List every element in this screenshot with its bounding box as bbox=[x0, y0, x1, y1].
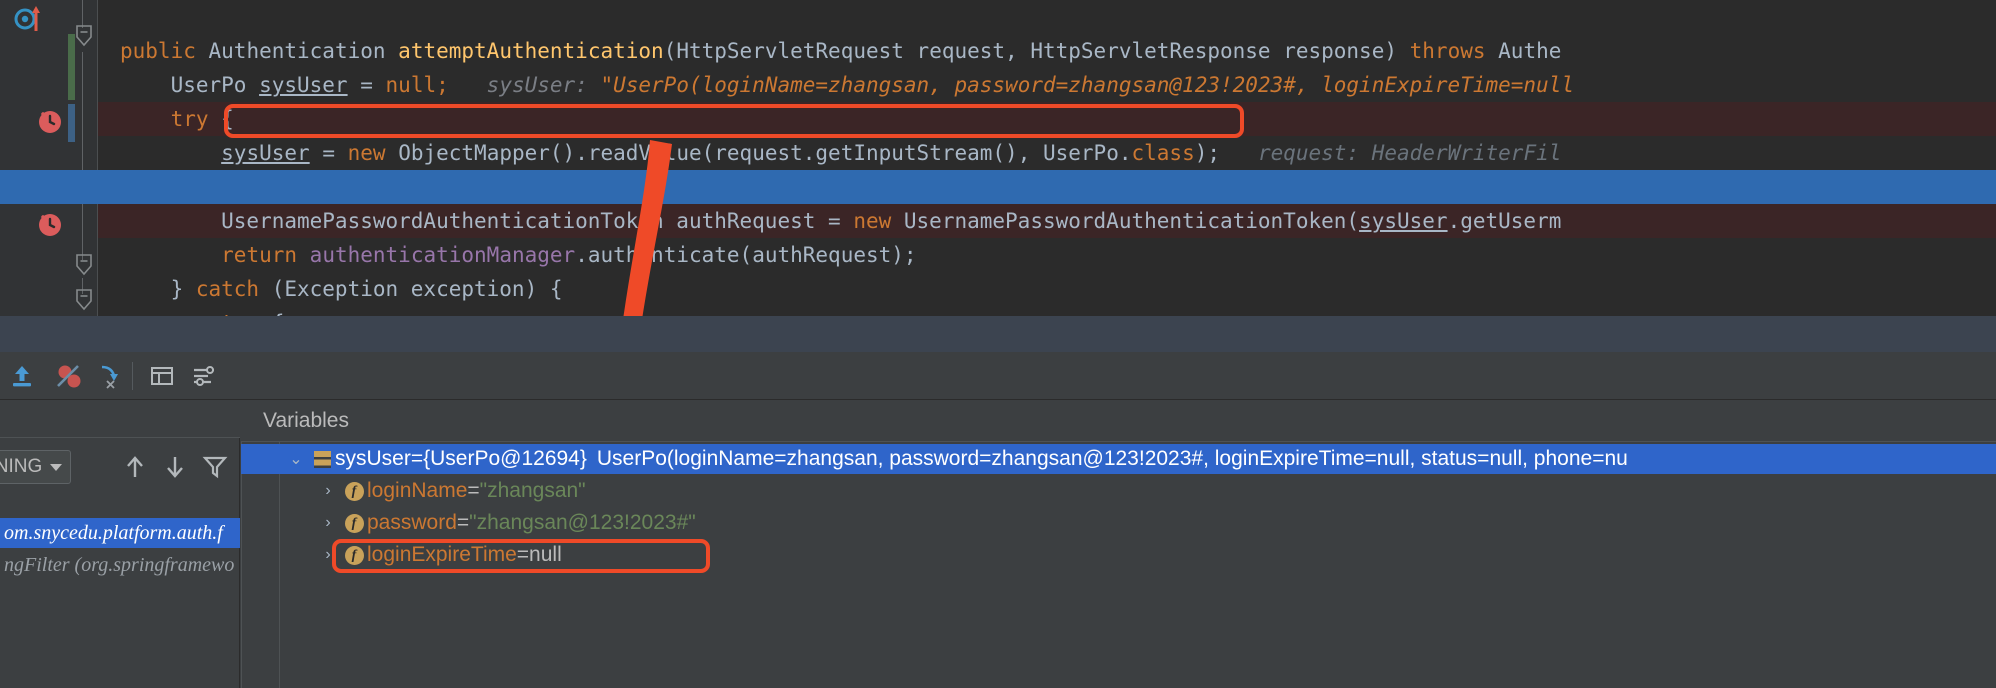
arrow-up-icon bbox=[127, 456, 143, 477]
code-line-return-authenticate[interactable]: return authenticationManager.authenticat… bbox=[0, 204, 1996, 267]
layout-settings-button[interactable] bbox=[188, 360, 220, 392]
variable-name: loginExpireTime bbox=[367, 543, 517, 566]
toolbar-separator-1 bbox=[132, 362, 133, 390]
frames-pane[interactable]: NNING om.snycedu.platform bbox=[0, 400, 240, 688]
variable-row-password[interactable]: › f password = "zhangsan@123!2023#" bbox=[241, 508, 1996, 538]
frame-item[interactable]: ngFilter (org.springframewo bbox=[0, 550, 240, 580]
variable-equals: = bbox=[456, 511, 470, 534]
field-icon: f bbox=[341, 481, 367, 501]
variable-equals: = bbox=[516, 543, 530, 566]
variable-extra: UserPo(loginName=zhangsan, password=zhan… bbox=[596, 447, 1628, 470]
code-line-readvalue-text: sysUser = new ObjectMapper().readValue(r… bbox=[221, 141, 1562, 165]
code-line-try-1[interactable]: try { bbox=[0, 68, 1996, 131]
variable-equals: = bbox=[467, 479, 480, 502]
mute-breakpoints-button[interactable] bbox=[52, 360, 84, 392]
chevron-right-icon[interactable]: › bbox=[315, 482, 341, 500]
chevron-down-icon bbox=[50, 463, 63, 471]
variable-name: loginName bbox=[367, 479, 468, 502]
ide-debug-screenshot: public Authentication attemptAuthenticat… bbox=[0, 0, 1996, 688]
step-arrow-icon bbox=[101, 365, 118, 389]
chevron-right-icon[interactable]: › bbox=[315, 514, 341, 532]
thread-selector-label: NNING bbox=[0, 456, 43, 477]
chevron-right-icon[interactable]: › bbox=[315, 546, 341, 564]
frame-up-button[interactable] bbox=[120, 452, 150, 482]
filter-icon bbox=[202, 456, 228, 479]
restore-layout-button[interactable] bbox=[6, 360, 38, 392]
variable-value: {UserPo@12694} bbox=[423, 447, 587, 470]
chevron-down-icon[interactable]: ⌄ bbox=[283, 449, 309, 469]
variable-value: null bbox=[529, 543, 562, 566]
arrow-down-icon bbox=[167, 457, 183, 478]
variable-value: "zhangsan@123!2023#" bbox=[469, 511, 696, 534]
frames-header bbox=[0, 400, 240, 438]
code-line-try-2[interactable]: try { bbox=[0, 272, 1996, 316]
variable-name: sysUser bbox=[335, 447, 411, 470]
list-settings-icon bbox=[194, 366, 214, 386]
upload-arrow-icon bbox=[13, 366, 31, 387]
code-line-catch[interactable]: } catch (Exception exception) { bbox=[0, 238, 1996, 301]
variable-equals: = bbox=[410, 447, 424, 470]
debugger-toolbar[interactable] bbox=[0, 352, 1996, 400]
variable-row-loginname[interactable]: › f loginName = "zhangsan" bbox=[241, 476, 1996, 506]
variable-row-sysuser[interactable]: ⌄ sysUser = {UserPo@12694} UserPo(loginN… bbox=[241, 444, 1996, 474]
code-line-sysuser-decl[interactable]: UserPo sysUser = null; sysUser: "UserPo(… bbox=[0, 34, 1996, 97]
variables-header: Variables bbox=[241, 400, 1996, 442]
frame-filter-button[interactable] bbox=[200, 452, 230, 482]
frame-down-button[interactable] bbox=[160, 452, 190, 482]
code-line-signature[interactable]: public Authentication attemptAuthenticat… bbox=[0, 0, 1996, 63]
object-node-icon bbox=[309, 450, 335, 468]
field-icon: f bbox=[341, 513, 367, 533]
panel-splitter[interactable] bbox=[0, 316, 1996, 352]
code-line-authrequest[interactable]: UsernamePasswordAuthenticationToken auth… bbox=[0, 170, 1996, 233]
variable-row-loginexpiretime[interactable]: › f loginExpireTime = null bbox=[241, 540, 1996, 570]
grid-icon bbox=[151, 367, 173, 385]
debugger-body: NNING om.snycedu.platform bbox=[0, 400, 1996, 688]
variables-pane[interactable]: Variables ⌄ sysUser = {UserPo@12694} Use… bbox=[241, 400, 1996, 688]
code-editor[interactable]: public Authentication attemptAuthenticat… bbox=[0, 0, 1996, 316]
step-over-cursor-button[interactable] bbox=[96, 360, 128, 392]
variable-name: password bbox=[367, 511, 457, 534]
variable-value: "zhangsan" bbox=[479, 479, 586, 502]
field-icon: f bbox=[341, 545, 367, 565]
crossed-breakpoint-icon bbox=[57, 365, 81, 388]
code-line-readvalue[interactable]: sysUser = new ObjectMapper().readValue(r… bbox=[0, 102, 1996, 165]
code-line-try-2-text: try { bbox=[120, 306, 284, 316]
thread-selector[interactable]: NNING bbox=[0, 450, 72, 484]
frame-item-selected[interactable]: om.snycedu.platform.auth.f bbox=[0, 518, 240, 548]
settings-grid-button[interactable] bbox=[146, 360, 178, 392]
